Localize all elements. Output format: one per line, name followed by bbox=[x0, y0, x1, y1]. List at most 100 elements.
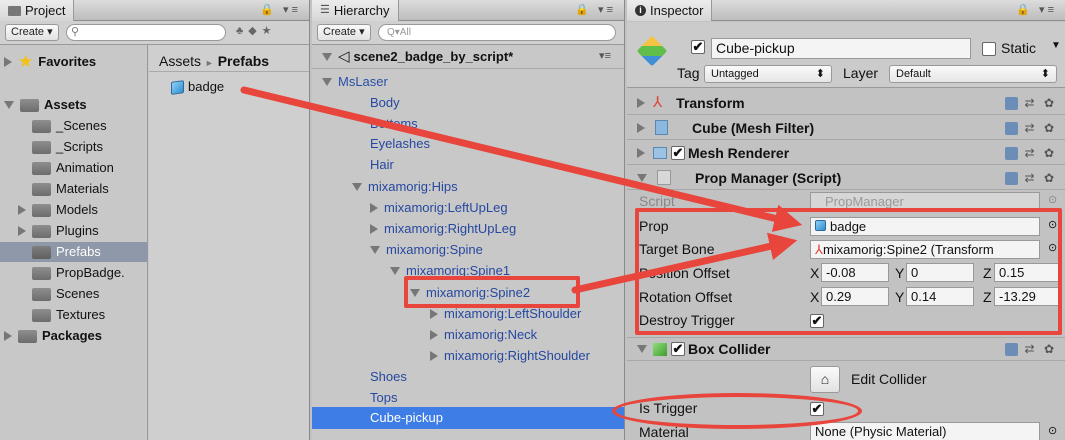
hierarchy-panel: ☰ Hierarchy 🔒 ▾≡ Create ▾ Q▾All ◁ scene2_… bbox=[312, 0, 625, 440]
project-tabbar: Project 🔒 ▾≡ bbox=[0, 0, 309, 21]
hier-item-selected[interactable]: Cube-pickup bbox=[312, 407, 624, 429]
project-panel: Project 🔒 ▾≡ Create ▾ ⚲ ♣◆★ ★ Favorites A… bbox=[0, 0, 310, 440]
annotation-box-spine2 bbox=[404, 276, 580, 308]
hier-item[interactable]: Hair bbox=[370, 155, 394, 175]
scene-header[interactable]: ◁ scene2_badge_by_script* ▾≡ bbox=[312, 45, 624, 69]
tree-folder[interactable]: Textures bbox=[32, 305, 105, 325]
hier-item[interactable]: mixamorig:RightShoulder bbox=[430, 346, 590, 366]
tree-folder[interactable]: Scenes bbox=[32, 284, 99, 304]
info-icon: i bbox=[635, 5, 646, 16]
component-menu-icons[interactable]: ⇄ ✿ bbox=[1005, 166, 1057, 190]
component-transform[interactable]: ⅄ Transform ⇄ ✿ bbox=[627, 91, 1065, 115]
tree-folder[interactable]: PropBadge. bbox=[32, 263, 125, 283]
tag-label: Tag bbox=[677, 65, 700, 81]
material-field[interactable]: None (Physic Material) bbox=[810, 422, 1040, 440]
folder-icon bbox=[32, 182, 51, 196]
mesh-filter-icon bbox=[655, 120, 668, 135]
box-collider-checkbox[interactable]: ✔ bbox=[671, 342, 685, 356]
search-icon: ⚲ bbox=[71, 26, 80, 38]
tab-menu-icon[interactable]: 🔒 ▾≡ bbox=[260, 3, 301, 16]
component-menu-icons[interactable]: ⇄ ✿ bbox=[1005, 141, 1057, 165]
breadcrumb: Assets ► Prefabs bbox=[149, 50, 309, 72]
component-mesh-filter[interactable]: Cube (Mesh Filter) ⇄ ✿ bbox=[627, 116, 1065, 140]
folder-icon bbox=[32, 161, 51, 175]
target-icon[interactable]: ⊙ bbox=[1048, 193, 1057, 206]
hier-item[interactable]: mixamorig:Hips bbox=[352, 177, 458, 197]
expand-right-icon bbox=[4, 331, 12, 341]
component-box-collider[interactable]: ✔ Box Collider ⇄ ✿ bbox=[627, 337, 1065, 361]
project-search-input[interactable]: ⚲ bbox=[66, 24, 226, 41]
breadcrumb-assets[interactable]: Assets bbox=[159, 53, 201, 69]
tree-folder[interactable]: _Scripts bbox=[32, 137, 103, 157]
transform-axes-icon: ⅄ bbox=[653, 93, 663, 111]
hier-item[interactable]: Tops bbox=[370, 388, 397, 408]
asset-badge[interactable]: badge bbox=[171, 77, 224, 97]
static-checkbox[interactable] bbox=[982, 42, 996, 56]
expand-right-icon bbox=[370, 224, 378, 234]
project-tree: ★ Favorites Assets _Scenes _Scripts Anima… bbox=[0, 45, 148, 440]
hier-item[interactable]: mixamorig:Neck bbox=[430, 325, 537, 345]
folder-icon bbox=[32, 308, 51, 322]
project-toolbar: Create ▾ ⚲ ♣◆★ bbox=[0, 21, 309, 45]
chevron-down-icon[interactable]: ▼ bbox=[1051, 40, 1061, 51]
scene-menu-icon[interactable]: ▾≡ bbox=[599, 49, 611, 62]
tree-folder[interactable]: Materials bbox=[32, 179, 109, 199]
expand-down-icon bbox=[322, 78, 332, 86]
expand-right-icon bbox=[430, 330, 438, 340]
folder-icon bbox=[20, 98, 39, 112]
inspector-tab[interactable]: i Inspector bbox=[627, 0, 713, 21]
folder-icon bbox=[32, 119, 51, 133]
tree-packages[interactable]: Packages bbox=[4, 326, 102, 346]
project-create-button[interactable]: Create ▾ bbox=[5, 24, 59, 41]
project-tab[interactable]: Project bbox=[0, 0, 75, 21]
tab-menu-icon[interactable]: 🔒 ▾≡ bbox=[1016, 3, 1057, 16]
tree-folder[interactable]: Animation bbox=[32, 158, 114, 178]
object-name-input[interactable]: Cube-pickup bbox=[711, 38, 971, 59]
hier-item[interactable]: Shoes bbox=[370, 367, 407, 387]
expand-right-icon bbox=[18, 226, 26, 236]
tree-folder[interactable]: Plugins bbox=[18, 221, 99, 241]
annotation-oval-is-trigger bbox=[612, 393, 862, 429]
hier-item[interactable]: Eyelashes bbox=[370, 134, 430, 154]
hier-item[interactable]: Body bbox=[370, 93, 400, 113]
component-menu-icons[interactable]: ⇄ ✿ bbox=[1005, 337, 1057, 361]
mesh-renderer-checkbox[interactable]: ✔ bbox=[671, 145, 685, 160]
folder-icon bbox=[32, 287, 51, 301]
component-menu-icons[interactable]: ⇄ ✿ bbox=[1005, 91, 1057, 115]
tag-dropdown[interactable]: Untagged ⬍ bbox=[704, 65, 832, 83]
expand-right-icon bbox=[637, 147, 645, 158]
component-menu-icons[interactable]: ⇄ ✿ bbox=[1005, 116, 1057, 140]
folder-icon bbox=[32, 245, 51, 259]
hier-item[interactable]: mixamorig:LeftUpLeg bbox=[370, 198, 508, 218]
hierarchy-tab[interactable]: ☰ Hierarchy bbox=[312, 0, 399, 21]
project-tab-label: Project bbox=[25, 3, 66, 18]
hierarchy-create-button[interactable]: Create ▾ bbox=[317, 24, 371, 41]
scene-row[interactable]: ◁ scene2_badge_by_script* bbox=[322, 47, 513, 67]
target-icon[interactable]: ⊙ bbox=[1048, 424, 1057, 437]
hier-item[interactable]: MsLaser bbox=[322, 72, 388, 92]
tree-folder[interactable]: Models bbox=[18, 200, 98, 220]
edit-collider-button[interactable]: ⌂ bbox=[810, 366, 840, 393]
expand-right-icon bbox=[430, 309, 438, 319]
hier-item[interactable]: mixamorig:RightUpLeg bbox=[370, 219, 516, 239]
folder-icon bbox=[32, 266, 51, 280]
tree-folder-selected[interactable]: Prefabs bbox=[0, 242, 148, 262]
component-prop-manager[interactable]: Prop Manager (Script) ⇄ ✿ bbox=[627, 166, 1065, 190]
filter-icons[interactable]: ♣◆★ bbox=[236, 24, 277, 37]
layer-dropdown[interactable]: Default ⬍ bbox=[889, 65, 1057, 83]
box-collider-icon bbox=[653, 342, 667, 356]
tab-menu-icon[interactable]: 🔒 ▾≡ bbox=[575, 3, 616, 16]
tree-favorites[interactable]: ★ Favorites bbox=[4, 52, 96, 72]
breadcrumb-prefabs[interactable]: Prefabs bbox=[218, 53, 269, 69]
tree-assets[interactable]: Assets bbox=[4, 95, 87, 115]
active-checkbox[interactable]: ✔ bbox=[691, 40, 705, 54]
hierarchy-search-input[interactable]: Q▾All bbox=[378, 24, 616, 41]
component-mesh-renderer[interactable]: ✔ Mesh Renderer ⇄ ✿ bbox=[627, 141, 1065, 165]
hier-item[interactable]: Bottoms bbox=[370, 114, 418, 134]
hierarchy-tab-label: Hierarchy bbox=[333, 3, 390, 18]
folder-icon bbox=[32, 140, 51, 154]
hier-item[interactable]: mixamorig:Spine bbox=[370, 240, 483, 260]
expand-right-icon bbox=[430, 351, 438, 361]
tree-folder[interactable]: _Scenes bbox=[32, 116, 107, 136]
gameobject-cube-icon bbox=[636, 35, 668, 67]
